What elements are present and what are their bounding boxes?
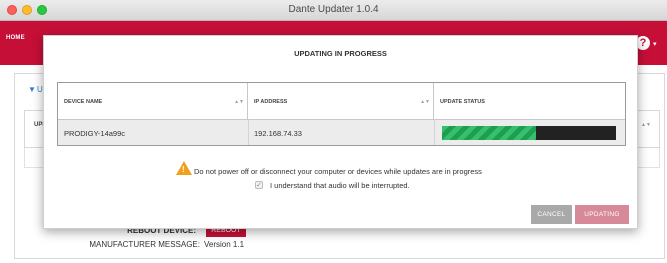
column-header-label: IP ADDRESS <box>254 99 288 105</box>
manufacturer-message-label: MANUFACTURER MESSAGE: <box>89 240 200 249</box>
dialog-title: UPDATING IN PROGRESS <box>294 49 387 58</box>
column-divider <box>434 119 435 145</box>
warning-icon-mark: ! <box>182 165 185 174</box>
window-titlebar: Dante Updater 1.0.4 <box>0 0 667 21</box>
column-header-ip-address[interactable]: IP ADDRESS ▲▼ <box>248 83 434 119</box>
sort-icon[interactable]: ▲▼ <box>641 122 651 128</box>
window-title: Dante Updater 1.0.4 <box>288 4 379 15</box>
acknowledge-checkbox-label[interactable]: I understand that audio will be interrup… <box>270 181 410 190</box>
chevron-down-icon[interactable]: ▾ <box>653 40 657 48</box>
updating-button[interactable]: UPDATING <box>575 205 629 224</box>
question-mark-icon[interactable]: ? <box>636 36 650 50</box>
home-tab[interactable]: HOME <box>6 35 25 41</box>
sort-icon[interactable]: ▲▼ <box>234 99 244 105</box>
update-progress-fill <box>442 126 536 140</box>
column-divider <box>248 119 249 145</box>
warning-message: Do not power off or disconnect your comp… <box>194 167 482 176</box>
updating-dialog: UPDATING IN PROGRESS DEVICE NAME ▲▼ IP A… <box>43 35 638 229</box>
triangle-down-icon[interactable]: ▼ <box>28 85 36 94</box>
update-progress-bar <box>442 126 616 140</box>
acknowledge-checkbox[interactable]: ✓ <box>255 181 263 189</box>
cancel-button[interactable]: CANCEL <box>531 205 572 224</box>
column-header-label: DEVICE NAME <box>64 99 103 105</box>
column-header-device-name[interactable]: DEVICE NAME ▲▼ <box>58 83 248 119</box>
ip-address-cell: 192.168.74.33 <box>254 129 302 138</box>
column-header-update-status[interactable]: UPDATE STATUS <box>434 83 626 119</box>
column-header-label: UPDATE STATUS <box>440 99 485 105</box>
sort-icon[interactable]: ▲▼ <box>420 99 430 105</box>
device-name-cell: PRODIGY-14a99c <box>64 129 126 138</box>
manufacturer-message-value: Version 1.1 <box>204 240 245 249</box>
update-table: DEVICE NAME ▲▼ IP ADDRESS ▲▼ UPDATE STAT… <box>57 82 626 146</box>
section-label[interactable]: U <box>37 85 43 94</box>
